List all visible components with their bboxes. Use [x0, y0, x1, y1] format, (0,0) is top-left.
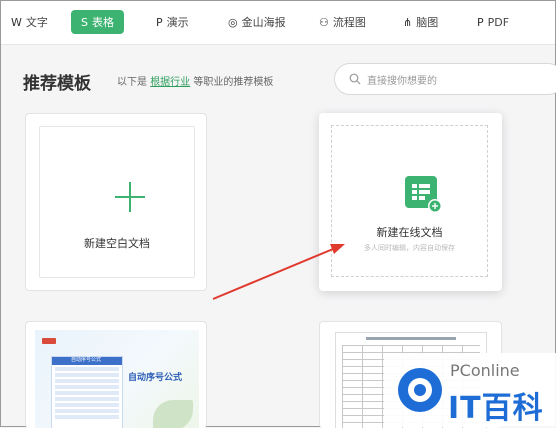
pdf-icon: P [477, 15, 484, 29]
online-document-description: 多人同时编辑，内容自动保存 [364, 244, 455, 252]
watermark-line2: IT百科 [448, 391, 544, 426]
tab-label: 演示 [166, 16, 189, 29]
tab-label: 脑图 [416, 16, 439, 29]
template-card-auto-number[interactable]: 自动序号公式 自动序号公式 [25, 321, 207, 428]
search-placeholder: 直接搜你想要的 [367, 75, 437, 87]
new-online-document-card[interactable]: 新建在线文档 多人同时编辑，内容自动保存 [319, 113, 502, 291]
poster-icon: ◎ [228, 15, 238, 29]
tab-poster[interactable]: ◎ 金山海报 [228, 10, 286, 34]
template-thumbnail: 自动序号公式 自动序号公式 [35, 330, 199, 428]
pconline-watermark: PConline IT百科 [384, 353, 556, 427]
new-blank-document-card[interactable]: 新建空白文档 [25, 113, 207, 291]
template-search-input[interactable]: 直接搜你想要的 [334, 63, 556, 95]
tab-flowchart[interactable]: ⚇ 流程图 [319, 10, 366, 34]
brand-logo-icon [42, 338, 56, 344]
tab-label: 流程图 [332, 16, 366, 29]
subtitle-prefix: 以下是 [117, 77, 147, 88]
section-subtitle: 以下是 根据行业 等职业的推荐模板 [117, 73, 273, 88]
search-icon [349, 73, 361, 85]
tab-label: PDF [487, 15, 510, 29]
top-tab-bar: W 文字 S 表格 P 演示 ◎ 金山海报 ⚇ 流程图 ⋔ 脑图 P PDF [1, 1, 555, 45]
tab-label: 表格 [91, 16, 114, 29]
pconline-logo-icon [398, 368, 442, 412]
new-blank-document-label: 新建空白文档 [84, 237, 150, 250]
presentation-icon: P [156, 15, 163, 29]
online-card-inner: 新建在线文档 多人同时编辑，内容自动保存 [331, 125, 488, 277]
section-title: 推荐模板 [23, 74, 91, 94]
watermark-line1: PConline [450, 361, 520, 380]
template-title: 自动序号公式 [128, 373, 183, 383]
writer-icon: W [11, 15, 22, 29]
spreadsheet-icon: S [81, 15, 88, 29]
subtitle-suffix: 等职业的推荐模板 [193, 77, 274, 88]
blank-card-inner: 新建空白文档 [39, 126, 195, 278]
tab-presentation[interactable]: P 演示 [156, 10, 189, 34]
thumbnail-table [51, 356, 123, 428]
mindmap-icon: ⋔ [403, 15, 413, 29]
tab-mindmap[interactable]: ⋔ 脑图 [403, 10, 438, 34]
thumbnail-table-name: 自动序号公式 [70, 357, 101, 363]
industry-link[interactable]: 根据行业 [150, 77, 190, 88]
tab-label: 文字 [25, 16, 48, 29]
leaf-decoration-icon [153, 400, 193, 428]
thumbnail-title-bar [366, 337, 456, 340]
tab-pdf[interactable]: P PDF [477, 10, 509, 34]
tab-label: 金山海报 [241, 16, 286, 29]
tab-writer[interactable]: W 文字 [11, 10, 48, 34]
tab-spreadsheet[interactable]: S 表格 [71, 10, 124, 34]
new-online-document-label: 新建在线文档 [376, 226, 443, 239]
flowchart-icon: ⚇ [319, 15, 329, 29]
online-spreadsheet-icon [405, 176, 442, 213]
